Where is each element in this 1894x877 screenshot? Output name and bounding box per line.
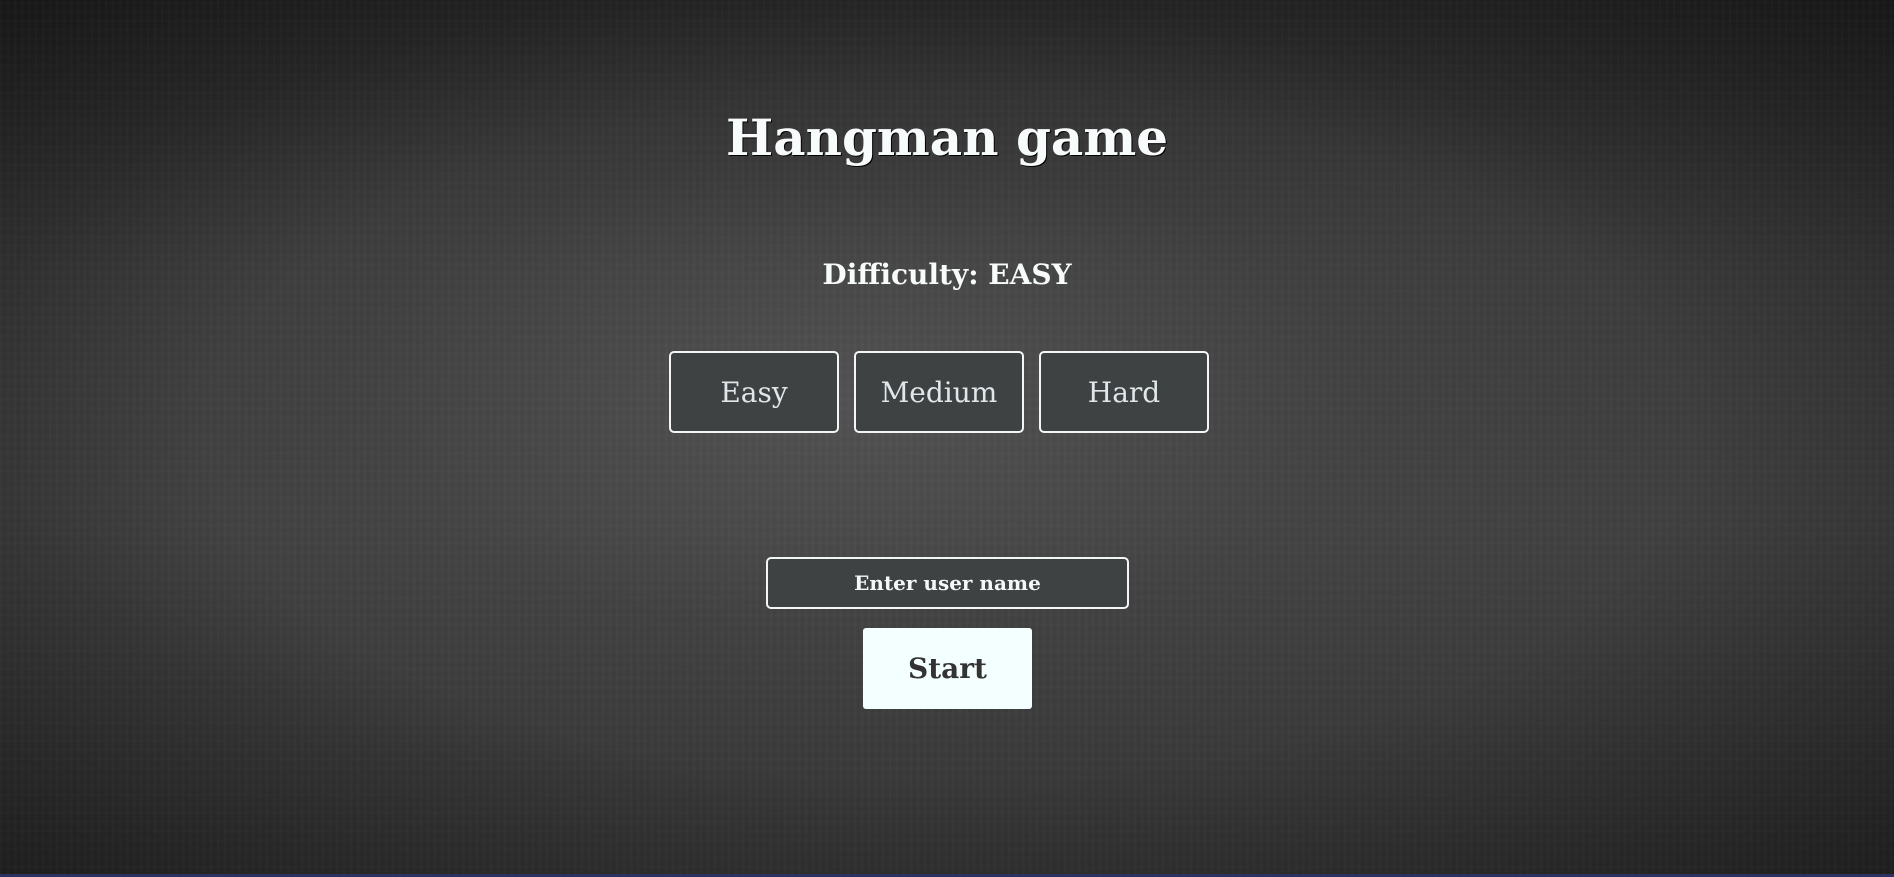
easy-button[interactable]: Easy	[669, 351, 839, 433]
medium-button[interactable]: Medium	[854, 351, 1024, 433]
username-input[interactable]	[766, 557, 1129, 609]
hard-button[interactable]: Hard	[1039, 351, 1209, 433]
difficulty-status: Difficulty: EASY	[822, 258, 1072, 291]
page-title: Hangman game	[725, 108, 1169, 167]
difficulty-buttons: Easy Medium Hard	[669, 351, 1209, 433]
start-button[interactable]: Start	[863, 628, 1032, 709]
